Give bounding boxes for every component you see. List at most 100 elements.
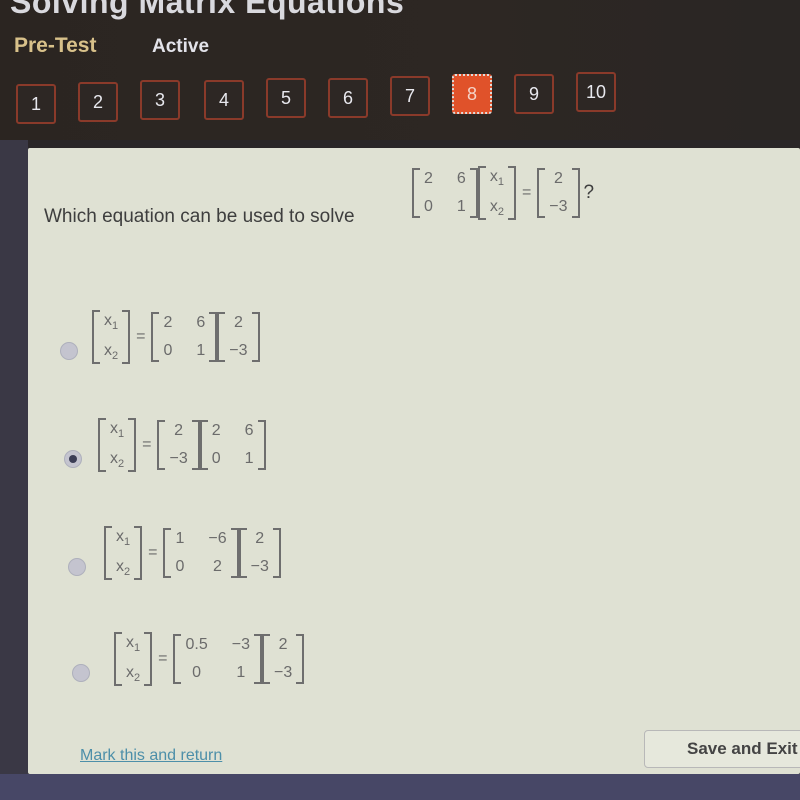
right-bracket — [257, 420, 266, 471]
test-type-label: Pre-Test — [14, 34, 97, 57]
matrix-cell: 1 — [196, 342, 206, 360]
right-bracket — [134, 526, 143, 581]
first-matrix: 1 −6 0 2 — [163, 528, 239, 579]
answer-option[interactable]: x1 x2 = 2 6 0 1 2 −3 — [28, 310, 728, 390]
left-bracket — [92, 310, 100, 365]
matrix-cell: x2 — [116, 558, 131, 579]
question-2-button[interactable]: 2 — [78, 82, 118, 122]
matrix-cell: 0.5 — [185, 636, 208, 654]
answer-option[interactable]: x1 x2 = 1 −6 0 2 2 −3 — [28, 526, 728, 606]
question-6-button[interactable]: 6 — [328, 78, 368, 118]
matrix-cell: 6 — [196, 314, 206, 332]
page-title: Solving Matrix Equations — [10, 0, 405, 20]
radio-button[interactable] — [68, 558, 86, 576]
matrix-cell: x2 — [489, 198, 504, 219]
status-label: Active — [152, 36, 210, 57]
matrix-cell: 1 — [175, 530, 185, 548]
second-matrix: 2 −3 — [261, 634, 305, 685]
matrix-cell: −3 — [549, 198, 568, 216]
matrix-cell: 2 — [255, 530, 265, 548]
question-navigation: 1 2 3 4 5 6 7 8 9 10 — [16, 72, 656, 124]
matrix-cell: 0 — [163, 342, 173, 360]
matrix-cell: x2 — [104, 342, 119, 363]
right-bracket — [296, 634, 305, 685]
left-bracket — [537, 168, 546, 219]
question-5-button[interactable]: 5 — [266, 78, 306, 118]
right-bracket — [469, 168, 478, 219]
radio-button[interactable] — [60, 342, 78, 360]
question-text: Which equation can be used to solve — [44, 206, 355, 227]
variable-vector: x1 x2 — [477, 166, 516, 221]
right-bracket — [571, 168, 580, 219]
answer-option[interactable]: x1 x2 = 2 −3 2 6 0 1 — [28, 418, 728, 498]
first-matrix: 0.5 −3 0 1 — [173, 634, 262, 685]
right-bracket — [253, 634, 262, 685]
matrix-cell: −3 — [250, 558, 269, 576]
question-4-button[interactable]: 4 — [204, 80, 244, 120]
left-bracket — [114, 632, 122, 687]
matrix-cell: 2 — [211, 422, 221, 440]
question-8-button[interactable]: 8 — [452, 74, 492, 114]
matrix-cell: 1 — [456, 198, 466, 216]
second-matrix: 2 6 0 1 — [199, 420, 266, 471]
left-bracket — [412, 168, 420, 219]
second-matrix: 2 −3 — [238, 528, 281, 579]
left-edge — [0, 140, 28, 800]
matrix-cell: 6 — [456, 170, 466, 188]
equals-sign: = — [148, 544, 158, 562]
radio-button[interactable] — [72, 664, 90, 682]
question-9-button[interactable]: 9 — [514, 74, 554, 114]
save-and-exit-button[interactable]: Save and Exit — [644, 730, 800, 768]
matrix-cell: x2 — [110, 450, 125, 471]
matrix-cell: −3 — [229, 342, 248, 360]
left-bracket — [199, 420, 208, 471]
first-matrix: 2 6 0 1 — [151, 312, 218, 363]
variable-vector: x1 x2 — [114, 632, 153, 687]
option-equation: x1 x2 = 2 −3 2 6 0 1 — [98, 418, 266, 473]
matrix-cell: x1 — [104, 312, 119, 333]
matrix-cell: −3 — [273, 664, 293, 682]
matrix-cell: x2 — [126, 664, 141, 685]
matrix-cell: 0 — [175, 558, 185, 576]
left-bracket — [173, 634, 182, 685]
matrix-cell: −3 — [231, 636, 250, 654]
right-bracket — [230, 528, 239, 579]
question-7-button[interactable]: 7 — [390, 76, 430, 116]
question-panel: Which equation can be used to solve 2601… — [28, 148, 800, 774]
mark-and-return-link[interactable]: Mark this and return — [80, 747, 222, 765]
equals-sign: = — [521, 184, 532, 202]
question-prompt: Which equation can be used to solve — [44, 206, 355, 228]
question-10-button[interactable]: 10 — [576, 72, 616, 112]
matrix-cell: 0 — [424, 198, 433, 216]
option-equation: x1 x2 = 1 −6 0 2 2 −3 — [104, 526, 281, 581]
option-equation: x1 x2 = 0.5 −3 0 1 2 −3 — [114, 632, 305, 687]
question-equation: 2 6 0 1 x1 x2 = 2 −3? — [412, 166, 594, 221]
second-matrix: 2 −3 — [217, 312, 260, 363]
left-bracket — [98, 418, 106, 473]
matrix-cell: x1 — [110, 420, 125, 441]
variable-vector: x1 x2 — [104, 526, 143, 581]
matrix-cell: 2 — [174, 422, 184, 440]
matrix-cell: x1 — [489, 168, 504, 189]
right-bracket — [122, 310, 131, 365]
header-bar: Solving Matrix Equations Pre-Test Active… — [0, 0, 800, 140]
question-1-button[interactable]: 1 — [16, 84, 56, 124]
right-bracket — [144, 632, 153, 687]
first-matrix: 2 −3 — [157, 420, 200, 471]
right-bracket — [272, 528, 281, 579]
variable-vector: x1 x2 — [98, 418, 137, 473]
equals-sign: = — [136, 328, 146, 346]
matrix-cell: x1 — [126, 634, 141, 655]
right-bracket — [128, 418, 137, 473]
constant-vector: 2 −3 — [537, 168, 580, 219]
radio-button[interactable] — [64, 450, 82, 468]
matrix-cell: 2 — [553, 170, 563, 188]
answer-option[interactable]: x1 x2 = 0.5 −3 0 1 2 −3 — [28, 632, 728, 712]
equals-sign: = — [158, 650, 168, 668]
left-bracket — [261, 634, 270, 685]
left-bracket — [104, 526, 112, 581]
matrix-cell: x1 — [116, 528, 131, 549]
right-bracket — [251, 312, 260, 363]
question-3-button[interactable]: 3 — [140, 80, 180, 120]
left-bracket — [477, 166, 486, 221]
